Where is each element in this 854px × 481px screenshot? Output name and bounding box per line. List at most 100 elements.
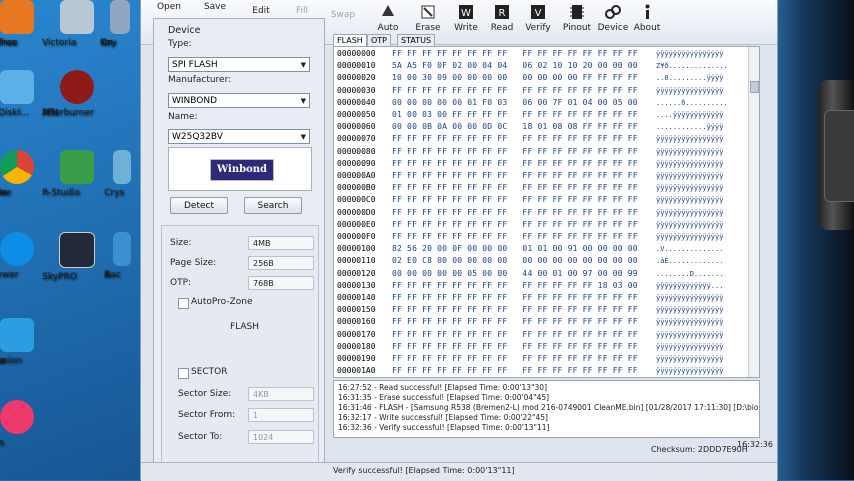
hex-address: 00000060: [337, 122, 376, 132]
hex-address: 000000A0: [337, 171, 376, 180]
type-label: Type:: [168, 39, 192, 49]
hex-address: 000000E0: [337, 219, 376, 229]
desktop-icon-skypro[interactable]: SkyPRO: [42, 232, 112, 282]
name-select[interactable]: W25Q32BV ▼: [168, 129, 310, 144]
page-size-label: Page Size:: [170, 258, 217, 268]
chrome-icon: [0, 150, 34, 184]
hex-address: 00000100: [337, 244, 376, 254]
hex-bytes: FF FF FF FF FF FF FF FF FF FF FF FF FF F…: [392, 171, 638, 180]
hex-address: 00000090: [337, 158, 376, 168]
desktop-icon-aomei[interactable]: A Bac: [104, 232, 140, 280]
hex-bytes: 02 E0 C8 00 00 00 00 00 00 00 00 00 00 0…: [392, 256, 638, 266]
desktop-icon-onscreen-keyboard[interactable]: On- Key: [100, 0, 140, 48]
hex-address: 00000030: [337, 85, 376, 95]
hex-scrollbar[interactable]: [748, 47, 759, 377]
device-button[interactable]: Device: [597, 0, 629, 44]
sector-size-label: Sector Size:: [178, 389, 232, 399]
hex-ascii: ÿÿÿÿÿÿÿÿÿÿÿÿÿÿÿÿ: [656, 159, 724, 168]
page-size-value: 256B: [248, 256, 314, 270]
hex-bytes: 5A A5 F0 0F 02 00 04 04 06 02 10 10 20 0…: [392, 61, 638, 71]
write-icon: W: [456, 2, 476, 22]
skypro-icon: [59, 232, 95, 268]
hex-ascii: Z¥ð..............: [656, 62, 728, 71]
hex-ascii: ÿÿÿÿÿÿÿÿÿÿÿÿÿÿÿÿ: [656, 342, 724, 351]
size-label: Size:: [170, 238, 192, 248]
hex-bytes: FF FF FF FF FF FF FF FF FF FF FF FF FF F…: [392, 329, 638, 339]
operation-log: 16:27:52 - Read successful! [Elapsed Tim…: [333, 380, 760, 438]
hex-ascii: ÿÿÿÿÿÿÿÿÿÿÿÿÿÿÿÿ: [656, 355, 724, 363]
type-select[interactable]: SPI FLASH ▼: [168, 57, 310, 72]
hex-bytes: FF FF FF FF FF FF FF FF FF FF FF FF FF F…: [392, 219, 638, 229]
programmer-socket: [824, 110, 854, 202]
hex-address: 000000C0: [337, 195, 376, 205]
hex-address: 00000130: [337, 280, 376, 290]
hex-bytes: 00 00 0B 0A 00 00 0D 0C 18 01 08 08 FF F…: [392, 122, 638, 132]
winbond-logo: Winbond: [210, 159, 274, 181]
memory-info-group: Size: 4MB Page Size: 256B OTP: 768B Auto…: [161, 225, 319, 463]
manufacturer-select[interactable]: WINBOND ▼: [168, 93, 310, 108]
desktop-icon-r-studio[interactable]: R-Studio: [42, 150, 112, 198]
pinout-button[interactable]: Pinout: [561, 0, 593, 44]
hex-address: 00000190: [337, 354, 376, 363]
size-value: 4MB: [248, 236, 314, 250]
hex-ascii: ÿÿÿÿÿÿÿÿÿÿÿÿÿÿÿÿ: [656, 233, 724, 241]
detect-button[interactable]: Detect: [170, 197, 228, 214]
sector-from-input[interactable]: 1: [248, 408, 314, 422]
hex-bytes: FF FF FF FF FF FF FF FF FF FF FF FF FF F…: [392, 158, 638, 168]
hex-address: 00000020: [337, 73, 376, 83]
hex-bytes: FF FF FF FF FF FF FF FF FF FF FF FF FF F…: [392, 354, 638, 363]
msi-afterburner-icon: [60, 70, 94, 104]
pinout-icon: [567, 2, 587, 22]
hex-bytes: FF FF FF FF FF FF FF FF FF FF FF FF FF F…: [392, 207, 638, 217]
hex-bytes: FF FF FF FF FF FF FF FF FF FF FF FF FF F…: [392, 183, 638, 193]
svg-text:V: V: [535, 8, 542, 19]
hex-ascii: ÿÿÿÿÿÿÿÿÿÿÿÿÿÿÿÿ: [656, 318, 724, 327]
search-button[interactable]: Search: [244, 197, 302, 214]
log-line: 16:32:17 - Write successful! [Elapsed Ti…: [338, 413, 548, 422]
desktop-icon-itunes[interactable]: unes: [0, 400, 52, 448]
sector-size-input[interactable]: 4KB: [248, 387, 314, 401]
device-panel: Device Type: SPI FLASH ▼ Manufacturer: W…: [153, 18, 325, 468]
chevron-down-icon: ▼: [300, 133, 306, 141]
hex-bytes: 01 00 03 00 FF FF FF FF FF FF FF FF FF F…: [392, 110, 638, 119]
aomei-icon: [113, 232, 131, 266]
read-button[interactable]: R Read: [487, 0, 517, 44]
app-window: Open Save Edit Fill Swap Auto Erase W Wr…: [140, 0, 778, 481]
log-line: 16:32:36 - Verify successful! [Elapsed T…: [338, 423, 550, 432]
write-button[interactable]: W Write: [451, 0, 481, 44]
log-line: 16:27:52 - Read successful! [Elapsed Tim…: [338, 383, 547, 392]
hex-ascii: .àÈ.............: [656, 257, 724, 266]
flash-zone-label: FLASH: [230, 322, 260, 332]
desktop-icon-xperia[interactable]: perla mpanion: [0, 318, 52, 366]
hex-address: 000000B0: [337, 183, 376, 193]
diskinfo-icon: [0, 70, 34, 104]
hex-editor[interactable]: 00000000 FF FF FF FF FF FF FF FF FF FF FF…: [333, 46, 760, 378]
sector-checkbox[interactable]: [178, 368, 189, 379]
hex-bytes: FF FF FF FF FF FF FF FF FF FF FF FF FF F…: [392, 232, 638, 241]
hex-ascii: ÿÿÿÿÿÿÿÿÿÿÿÿÿÿÿÿ: [656, 294, 724, 302]
victoria-icon: [60, 0, 94, 34]
info-icon: [637, 2, 657, 22]
r-studio-icon: [60, 150, 94, 184]
autopro-zone-checkbox[interactable]: [178, 298, 189, 309]
hex-ascii: ÿÿÿÿÿÿÿÿÿÿÿÿÿÿÿÿ: [656, 50, 724, 58]
hex-ascii: ÿÿÿÿÿÿÿÿÿÿÿÿÿÿÿÿ: [656, 208, 724, 217]
scrollbar-thumb[interactable]: [750, 81, 759, 93]
log-line: 16:31:46 - FLASH - [Samsung R538 (Bremen…: [338, 403, 760, 412]
hex-bytes: FF FF FF FF FF FF FF FF FF FF FF FF FF F…: [392, 195, 638, 205]
onscreen-keyboard-icon: [110, 0, 130, 34]
verify-button[interactable]: V Verify: [523, 0, 553, 44]
hex-address: 00000120: [337, 268, 376, 278]
hex-address: 00000050: [337, 110, 376, 119]
hex-ascii: ÿÿÿÿÿÿÿÿÿÿÿÿÿÿÿÿ: [656, 330, 724, 339]
hex-bytes: 10 00 30 09 00 00 00 00 00 00 00 00 FF F…: [392, 73, 638, 83]
hex-bytes: FF FF FF FF FF FF FF FF FF FF FF FF FF F…: [392, 49, 638, 58]
about-button[interactable]: About: [631, 0, 663, 44]
hex-address: 00000110: [337, 256, 376, 266]
hex-address: 000000D0: [337, 207, 376, 217]
hex-address: 00000010: [337, 61, 376, 71]
hex-address: 000000F0: [337, 232, 376, 241]
desktop-icon-msi-afterburner[interactable]: MSI Afterburner: [42, 70, 112, 118]
manufacturer-logo-box: Winbond: [168, 147, 312, 191]
desktop-icon-crystal[interactable]: Crys: [104, 150, 140, 198]
